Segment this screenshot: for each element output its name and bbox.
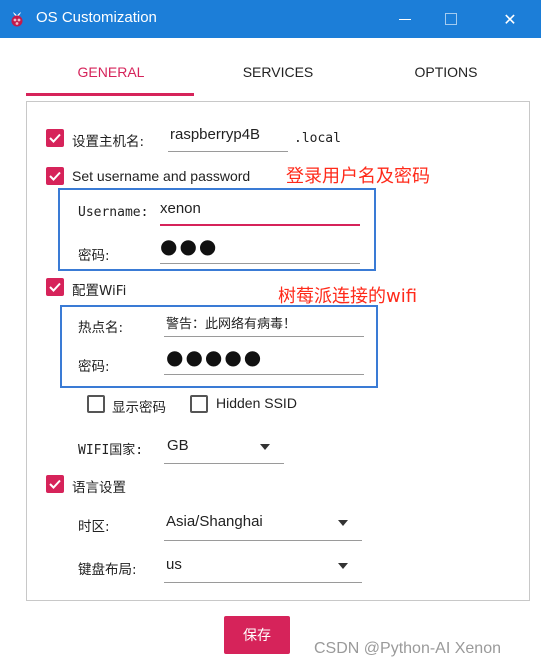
maximize-button[interactable] (428, 0, 474, 38)
ssid-label: 热点名: (78, 320, 124, 336)
title-bar: OS Customization ✕ (0, 0, 541, 38)
user-checkbox[interactable] (46, 167, 64, 185)
chevron-down-icon[interactable] (338, 520, 348, 526)
user-label: Set username and password (72, 168, 251, 184)
checkmark-icon (49, 479, 61, 489)
chevron-down-icon[interactable] (260, 444, 270, 450)
active-tab-indicator (26, 93, 194, 96)
maximize-icon (445, 13, 457, 25)
close-button[interactable]: ✕ (487, 0, 533, 38)
hostname-checkbox[interactable] (46, 129, 64, 147)
hidden-ssid-checkbox[interactable] (190, 395, 208, 413)
chevron-down-icon[interactable] (338, 563, 348, 569)
locale-checkbox[interactable] (46, 475, 64, 493)
show-password-label: 显示密码 (112, 400, 166, 416)
hidden-ssid-label: Hidden SSID (216, 395, 297, 411)
keyboard-label: 键盘布局: (78, 562, 137, 578)
ssid-input[interactable]: 警告：此网络有病毒！ (166, 313, 296, 332)
wifi-password-input[interactable]: ●●●●● (166, 345, 263, 369)
tab-services[interactable]: SERVICES (193, 48, 363, 96)
username-label: Username: (78, 205, 149, 220)
window-title: OS Customization (36, 9, 157, 26)
close-icon: ✕ (503, 9, 517, 29)
hostname-underline (168, 151, 288, 152)
checkmark-icon (49, 282, 61, 292)
hostname-input[interactable]: raspberryp4B (170, 126, 260, 143)
wifi-password-label: 密码: (78, 359, 110, 375)
watermark: CSDN @Python-AI Xenon (314, 640, 501, 657)
minimize-button[interactable] (382, 0, 428, 38)
username-input[interactable]: xenon (160, 200, 201, 217)
tab-general[interactable]: GENERAL (26, 48, 196, 96)
ssid-underline (164, 336, 364, 337)
wifi-country-select[interactable]: GB (167, 437, 189, 454)
keyboard-underline (164, 582, 362, 583)
wifi-country-label: WIFI国家: (78, 443, 144, 458)
timezone-label: 时区: (78, 519, 110, 535)
keyboard-select[interactable]: us (166, 556, 182, 573)
minimize-icon (399, 18, 411, 20)
user-password-underline (160, 263, 360, 264)
checkmark-icon (49, 171, 61, 181)
wifi-country-underline (164, 463, 284, 464)
checkmark-icon (49, 133, 61, 143)
user-annotation: 登录用户名及密码 (286, 166, 430, 187)
show-password-checkbox[interactable] (87, 395, 105, 413)
timezone-select[interactable]: Asia/Shanghai (166, 513, 263, 530)
username-underline (160, 224, 360, 226)
raspberry-pi-icon (8, 10, 26, 28)
tab-options[interactable]: OPTIONS (361, 48, 531, 96)
timezone-underline (164, 540, 362, 541)
hostname-suffix: .local (294, 131, 341, 146)
hostname-label: 设置主机名: (72, 134, 145, 150)
wifi-label: 配置WiFi (72, 283, 127, 299)
wifi-checkbox[interactable] (46, 278, 64, 296)
locale-label: 语言设置 (72, 480, 126, 496)
save-button[interactable]: 保存 (224, 616, 290, 654)
wifi-password-underline (164, 374, 364, 375)
user-password-input[interactable]: ●●● (160, 234, 218, 258)
user-password-label: 密码: (78, 248, 110, 264)
